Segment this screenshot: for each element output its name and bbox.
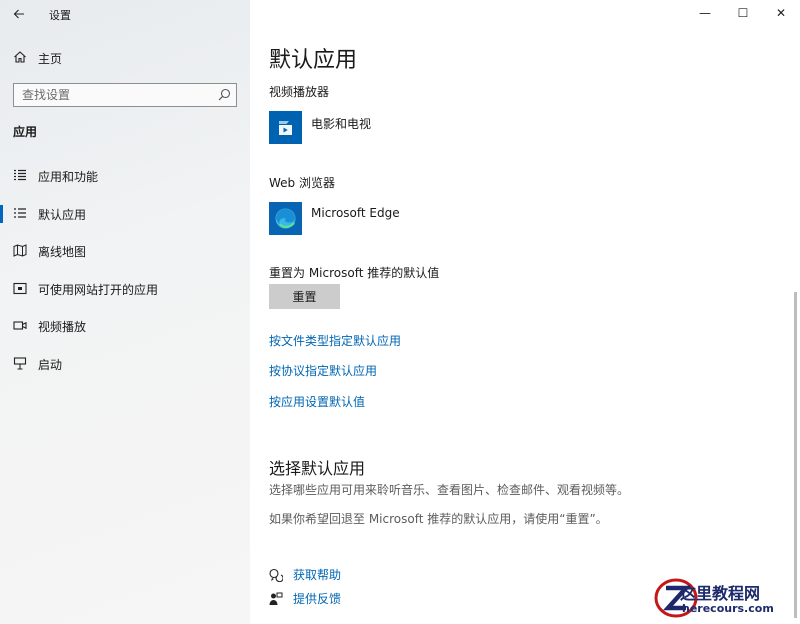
arrow-left-icon [13,9,24,19]
video-icon [13,321,27,330]
sidebar-item-offline-maps[interactable]: 离线地图 [0,232,250,270]
video-player-label: 视频播放器 [269,85,330,99]
sidebar-item-label: 启动 [38,357,63,372]
back-button[interactable] [8,4,30,24]
help-chat-icon [269,568,283,582]
sidebar-item-startup[interactable]: 启动 [0,345,250,383]
map-icon [13,244,27,257]
sidebar-nav: 应用和功能 默认应用 离线地图 可使用网站打开的应用 视频播放 启动 [0,157,250,382]
sidebar-home[interactable]: 主页 [0,46,250,70]
sidebar-item-label: 默认应用 [38,207,87,222]
home-label: 主页 [38,52,63,66]
feedback-person-icon [269,592,283,605]
close-button[interactable]: ✕ [766,2,796,24]
page-title: 默认应用 [269,48,358,73]
choose-default-apps-heading: 选择默认应用 [269,459,366,478]
search-icon[interactable] [218,88,231,101]
search-input[interactable] [22,87,212,103]
reset-button[interactable]: 重置 [269,284,340,309]
choose-desc-2: 如果你希望回退至 Microsoft 推荐的默认应用，请使用“重置”。 [269,512,608,526]
reset-label: 重置为 Microsoft 推荐的默认值 [269,266,440,280]
sidebar-item-default-apps[interactable]: 默认应用 [0,195,250,233]
search-box[interactable] [13,83,237,107]
sidebar-item-label: 应用和功能 [38,170,99,184]
apps-list-icon [14,169,26,181]
sidebar-item-label: 可使用网站打开的应用 [38,282,159,297]
video-app-name: 电影和电视 [311,117,372,131]
website-app-icon [13,282,27,294]
give-feedback-label: 提供反馈 [293,592,342,606]
minimize-button[interactable]: — [690,2,720,24]
sidebar-item-label: 视频播放 [38,320,87,334]
link-default-by-app[interactable]: 按应用设置默认值 [269,393,365,410]
main-content: — ☐ ✕ 默认应用 视频播放器 电影和电视 Web 浏览器 Microsoft… [250,0,800,624]
section-header-apps: 应用 [13,125,38,139]
browser-label: Web 浏览器 [269,176,335,190]
browser-app-name: Microsoft Edge [311,206,400,220]
title-bar-left: 设置 [0,0,250,28]
scrollbar[interactable] [794,292,797,618]
caption-buttons: — ☐ ✕ [690,0,800,28]
watermark-url: herecours.com [682,602,774,615]
sidebar-item-video-playback[interactable]: 视频播放 [0,307,250,345]
sidebar: 设置 主页 应用 应用和功能 默认应用 [0,0,250,624]
browser-app[interactable]: Microsoft Edge [269,202,529,238]
choose-desc-1: 选择哪些应用可用来聆听音乐、查看图片、检查邮件、观看视频等。 [269,483,630,497]
sidebar-item-label: 离线地图 [38,245,87,259]
movies-tv-icon [269,111,302,144]
sidebar-item-apps-features[interactable]: 应用和功能 [0,157,250,195]
link-default-by-file-type[interactable]: 按文件类型指定默认应用 [269,332,401,349]
home-icon [14,51,26,63]
link-default-by-protocol[interactable]: 按协议指定默认应用 [269,362,377,379]
edge-icon [269,202,302,235]
watermark-title: 这里教程网 [680,584,761,603]
window-title: 设置 [49,9,71,22]
default-apps-icon [14,207,26,218]
maximize-button[interactable]: ☐ [728,2,758,24]
sidebar-item-apps-for-websites[interactable]: 可使用网站打开的应用 [0,270,250,308]
startup-icon [13,356,27,370]
get-help-label: 获取帮助 [293,568,342,582]
video-player-app[interactable]: 电影和电视 [269,111,529,147]
